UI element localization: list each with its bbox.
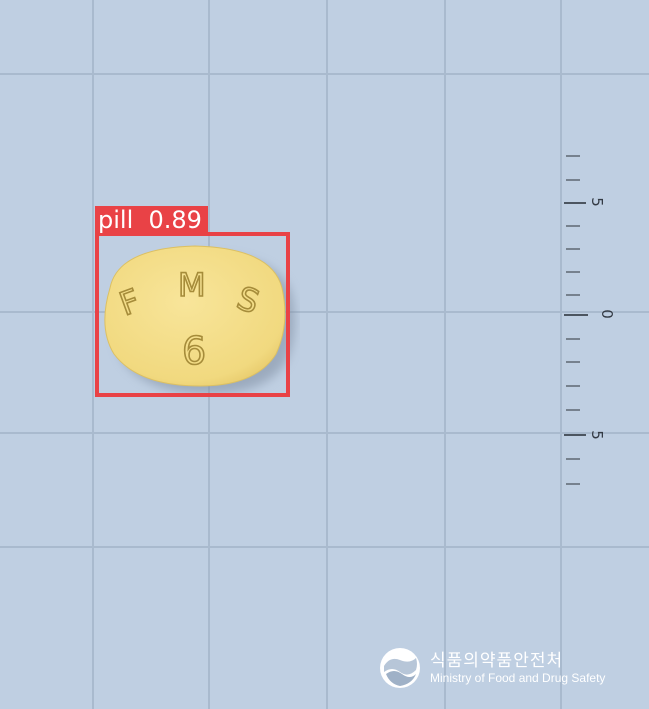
grid-line	[0, 546, 649, 548]
ruler-tick	[566, 294, 580, 296]
mfds-watermark: 식품의약품안전처 Ministry of Food and Drug Safet…	[378, 644, 638, 694]
ruler: 5 0 5	[560, 150, 630, 500]
ruler-tick	[566, 458, 580, 460]
detection-bounding-box	[95, 232, 290, 397]
ruler-tick	[566, 179, 580, 181]
ruler-tick	[566, 225, 580, 227]
ruler-tick	[566, 385, 580, 387]
grid-line	[0, 73, 649, 75]
grid-line	[444, 0, 446, 709]
taegeuk-emblem-icon	[380, 648, 420, 688]
pill-photo-canvas: 5 0 5 F M S 6 pill 0.89 식품의약품안전처 Ministr…	[0, 0, 649, 709]
ruler-tick	[566, 271, 580, 273]
ruler-label: 5	[587, 430, 606, 440]
ruler-tick	[564, 202, 586, 204]
ruler-tick	[566, 483, 580, 485]
ruler-label: 5	[587, 197, 606, 207]
ruler-tick	[566, 248, 580, 250]
ruler-tick	[566, 409, 580, 411]
grid-line	[0, 432, 649, 434]
ruler-tick	[564, 314, 588, 316]
watermark-name-english: Ministry of Food and Drug Safety	[430, 671, 606, 685]
ruler-label: 0	[597, 309, 616, 319]
ruler-tick	[566, 338, 580, 340]
ruler-tick	[566, 361, 580, 363]
watermark-name-korean: 식품의약품안전처	[430, 651, 564, 671]
ruler-tick	[564, 434, 586, 436]
detection-label: pill 0.89	[95, 206, 208, 234]
grid-line	[326, 0, 328, 709]
ruler-tick	[566, 155, 580, 157]
